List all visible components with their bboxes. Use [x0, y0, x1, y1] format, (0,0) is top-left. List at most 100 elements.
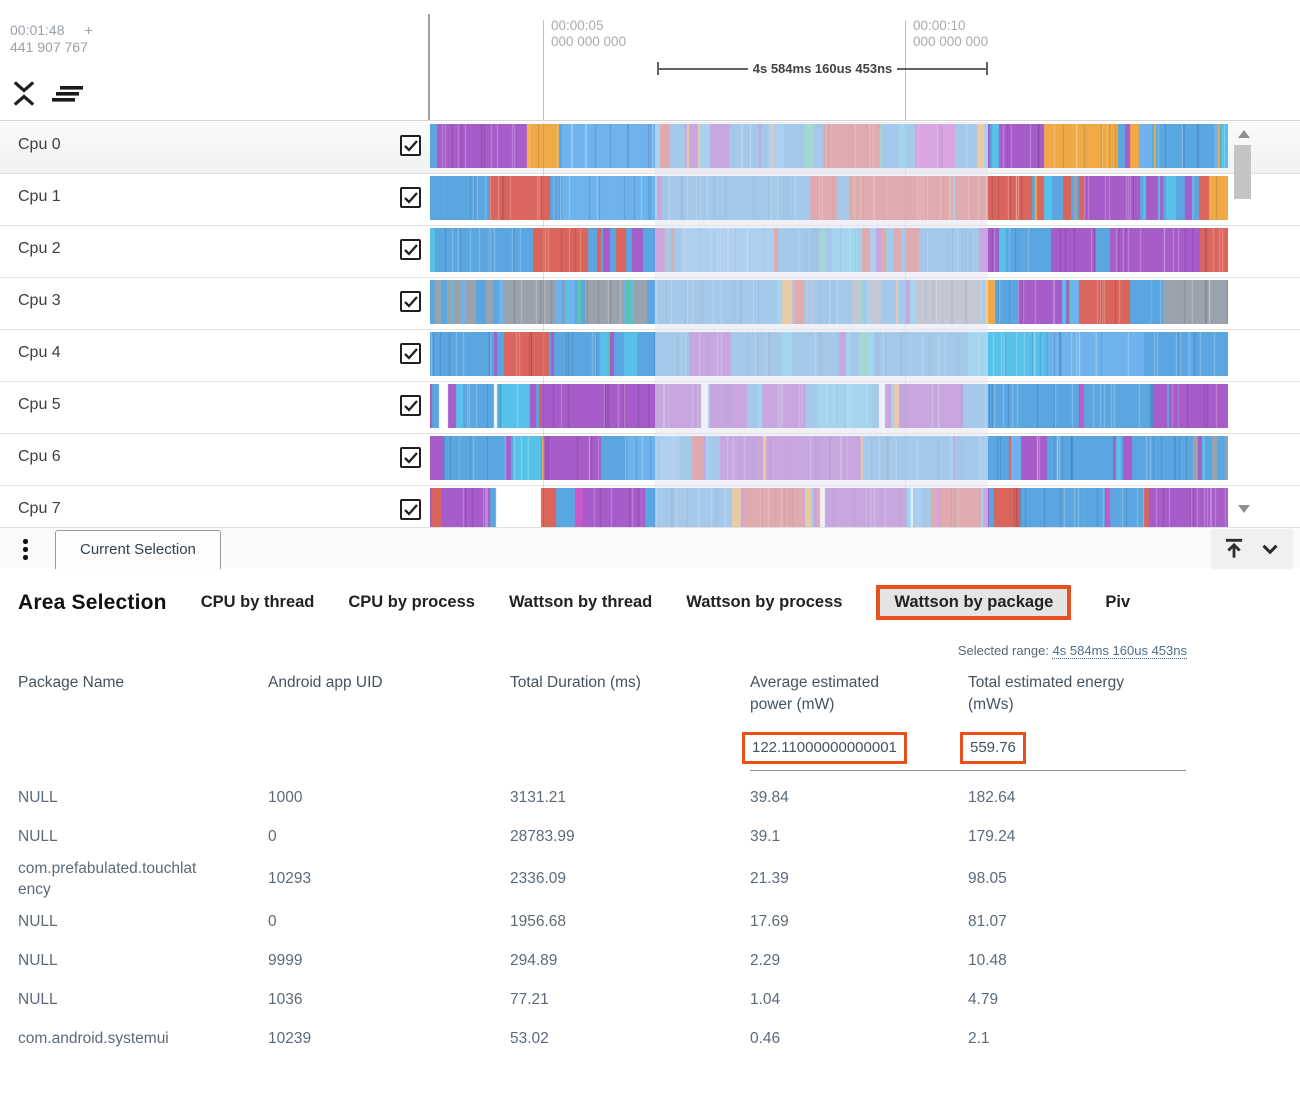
track-label: Cpu 1: [18, 174, 61, 220]
table-row: NULL103677.211.044.79: [0, 981, 1210, 1020]
collapse-all-tracks-icon[interactable]: [12, 80, 36, 112]
selected-range: Selected range: 4s 584ms 160us 453ns: [0, 643, 1187, 658]
track-row[interactable]: Cpu 6: [0, 434, 1300, 486]
table-cell: 1000: [268, 786, 510, 811]
expand-panel-icon[interactable]: [1221, 536, 1247, 562]
scroll-up-arrow[interactable]: [1238, 130, 1250, 138]
table-cell: 39.84: [750, 786, 968, 811]
aggregation-tab-wattson-by-thread[interactable]: Wattson by thread: [509, 593, 652, 612]
track-checkbox[interactable]: [400, 395, 421, 416]
collapse-panel-chevron-icon[interactable]: [1257, 536, 1283, 562]
table-cell: 0.46: [750, 1027, 968, 1052]
track-row[interactable]: Cpu 0: [0, 122, 1300, 174]
ruler-offset: 441 907 767: [10, 39, 93, 56]
track-row[interactable]: Cpu 7: [0, 486, 1300, 527]
track-checkbox[interactable]: [400, 291, 421, 312]
track-checkbox[interactable]: [400, 187, 421, 208]
track-label: Cpu 0: [18, 122, 61, 168]
table-cell: 77.21: [510, 988, 750, 1013]
table-cell: 2.29: [750, 949, 968, 974]
ruler-tick: [543, 20, 544, 120]
area-selection-overlay[interactable]: [655, 122, 988, 527]
aggregation-tab-wattson-by-package[interactable]: Wattson by package: [876, 585, 1071, 620]
column-header-total-duration[interactable]: Total Duration (ms): [510, 668, 750, 771]
timeline-ruler[interactable]: 00:01:48+ 441 907 767 00:00:05 000 000 0…: [0, 0, 1300, 121]
column-header-total-energy[interactable]: Total estimated energy (mWs) 559.76: [968, 668, 1186, 771]
table-cell: 182.64: [968, 786, 1210, 811]
table-cell: 294.89: [510, 949, 750, 974]
track-row[interactable]: Cpu 3: [0, 278, 1300, 330]
panel-menu-icon[interactable]: [21, 537, 30, 562]
panel-title: Area Selection: [18, 591, 167, 615]
sum-total-energy-highlighted: 559.76: [960, 732, 1026, 764]
table-cell: NULL: [18, 786, 200, 811]
flame-sort-icon[interactable]: [52, 85, 84, 108]
table-cell: 10293: [268, 867, 510, 892]
track-checkbox[interactable]: [400, 135, 421, 156]
track-row[interactable]: Cpu 5: [0, 382, 1300, 434]
ruler-time: 00:01:48: [10, 22, 65, 38]
track-label: Cpu 3: [18, 278, 61, 324]
table-cell: 2.1: [968, 1027, 1210, 1052]
scroll-down-arrow[interactable]: [1238, 505, 1250, 513]
table-cell: com.prefabulated.touchlatency: [18, 857, 200, 903]
aggregation-tab-cpu-by-process[interactable]: CPU by process: [348, 593, 475, 612]
table-cell: 1.04: [750, 988, 968, 1013]
track-row[interactable]: Cpu 1: [0, 174, 1300, 226]
aggregation-tab-wattson-by-process[interactable]: Wattson by process: [686, 593, 842, 612]
tab-current-selection[interactable]: Current Selection: [55, 530, 221, 569]
table-cell: 28783.99: [510, 825, 750, 850]
table-cell: 53.02: [510, 1027, 750, 1052]
table-row: NULL 9999294.892.2910.48: [0, 942, 1210, 981]
selected-range-link[interactable]: 4s 584ms 160us 453ns: [1053, 643, 1187, 658]
table-cell: 3131.21: [510, 786, 750, 811]
table-row: NULL01956.6817.6981.07: [0, 903, 1210, 942]
track-checkbox[interactable]: [400, 499, 421, 520]
track-label: Cpu 4: [18, 330, 61, 376]
table-cell: 2336.09: [510, 867, 750, 892]
track-label: Cpu 5: [18, 382, 61, 428]
table-cell: 1036: [268, 988, 510, 1013]
track-row[interactable]: Cpu 4: [0, 330, 1300, 382]
track-checkbox[interactable]: [400, 343, 421, 364]
track-row[interactable]: Cpu 2: [0, 226, 1300, 278]
track-label: Cpu 7: [18, 486, 61, 527]
table-cell: NULL: [18, 988, 200, 1013]
track-label: Cpu 2: [18, 226, 61, 272]
table-cell: 179.24: [968, 825, 1210, 850]
table-cell: 0: [268, 910, 510, 935]
aggregation-tab-bar: Area Selection CPU by thread CPU by proce…: [18, 585, 1300, 620]
table-cell: 9999: [268, 949, 510, 974]
table-cell: 81.07: [968, 910, 1210, 935]
viewport-start-timestamp: 00:01:48+ 441 907 767: [10, 22, 93, 56]
table-cell: 17.69: [750, 910, 968, 935]
table-cell: 39.1: [750, 825, 968, 850]
table-row: NULL 10003131.2139.84182.64: [0, 779, 1210, 818]
table-cell: 0: [268, 825, 510, 850]
table-cell: 10.48: [968, 949, 1210, 974]
column-header-android-app-uid[interactable]: Android app UID: [268, 668, 510, 771]
table-row: com.prefabulated.touchlatency 102932336.0…: [0, 857, 1210, 903]
column-header-average-power[interactable]: Average estimated power (mW) 122.1100000…: [750, 668, 968, 771]
table-header-row: Package Name Android app UID Total Durat…: [0, 668, 1210, 771]
track-checkbox[interactable]: [400, 447, 421, 468]
scrollbar-thumb[interactable]: [1234, 145, 1251, 199]
track-list: Cpu 0 Cpu 1 Cpu 2 Cpu 3 Cpu 4 Cpu 5 Cpu 6 Cpu 7: [0, 122, 1300, 527]
aggregation-tab-piv[interactable]: Piv: [1105, 593, 1130, 612]
selected-range-label: Selected range:: [958, 643, 1049, 658]
sum-average-power-highlighted: 122.11000000000001: [742, 732, 907, 764]
wattson-by-package-table: Package Name Android app UID Total Durat…: [0, 668, 1210, 1059]
aggregation-tab-cpu-by-thread[interactable]: CPU by thread: [201, 593, 315, 612]
table-row: NULL028783.9939.1179.24: [0, 818, 1210, 857]
table-cell: 98.05: [968, 867, 1210, 892]
table-row: com.android.systemui 1023953.020.462.1: [0, 1020, 1210, 1059]
column-header-package-name[interactable]: Package Name: [18, 668, 268, 771]
track-label: Cpu 6: [18, 434, 61, 480]
table-cell: NULL: [18, 949, 200, 974]
vertical-scrollbar[interactable]: [1234, 122, 1253, 527]
table-cell: com.android.systemui: [18, 1027, 200, 1052]
selection-duration-label: 4s 584ms 160us 453ns: [748, 61, 898, 76]
table-cell: 10239: [268, 1027, 510, 1052]
track-checkbox[interactable]: [400, 239, 421, 260]
table-cell: NULL: [18, 910, 200, 935]
